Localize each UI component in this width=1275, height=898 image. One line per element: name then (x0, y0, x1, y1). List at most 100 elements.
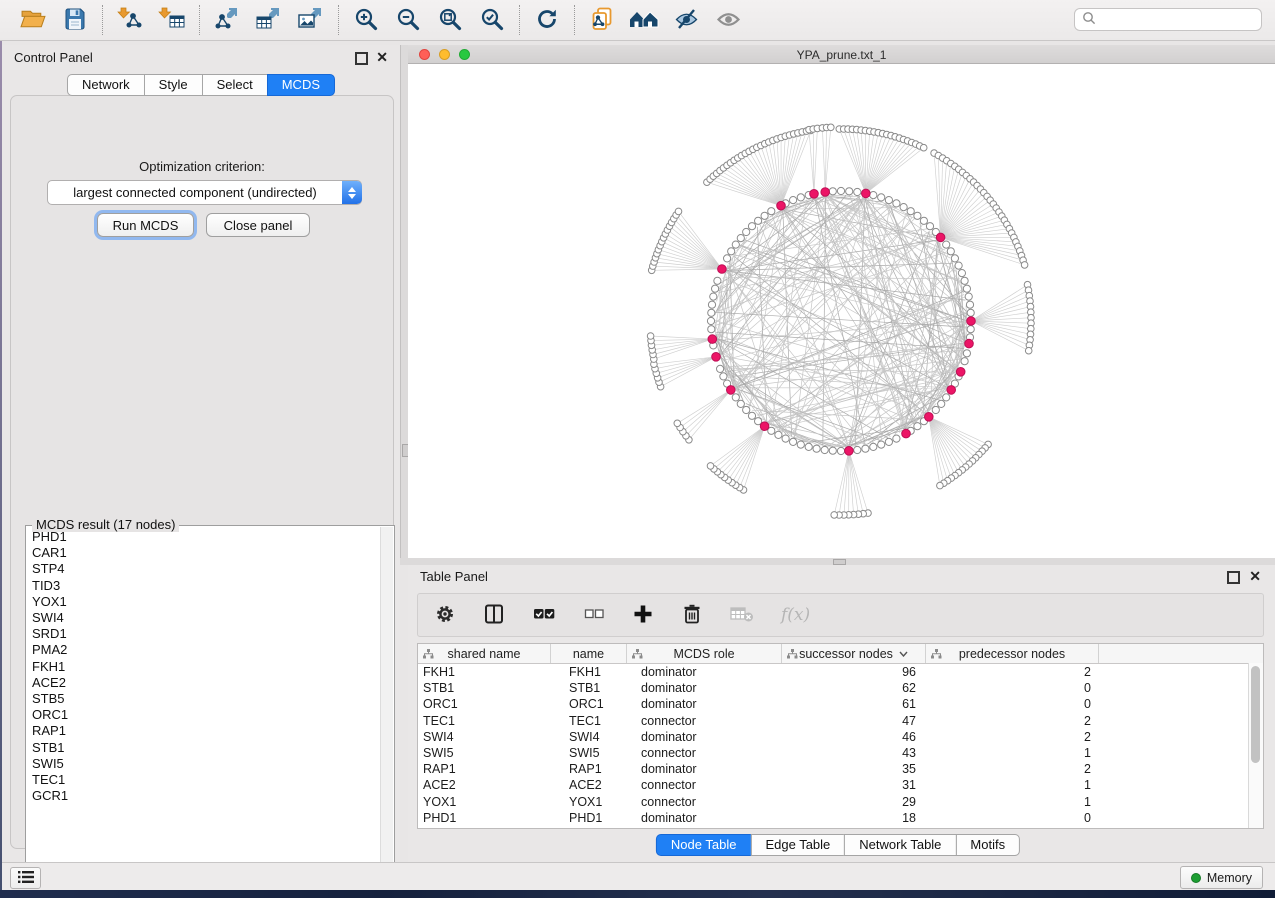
network-node[interactable] (829, 188, 836, 195)
mcds-node[interactable] (712, 353, 721, 362)
split-panel-button[interactable] (483, 603, 505, 628)
network-node[interactable] (943, 394, 950, 401)
mcds-result-item[interactable]: ACE2 (27, 675, 380, 691)
zoom-out-button[interactable] (394, 6, 422, 34)
table-row[interactable]: TEC1TEC1connector472 (418, 713, 1263, 729)
network-node[interactable] (717, 365, 724, 372)
network-node[interactable] (797, 441, 804, 448)
network-node[interactable] (755, 217, 762, 224)
mcds-result-item[interactable]: STP4 (27, 561, 380, 577)
network-node[interactable] (926, 223, 933, 230)
mcds-node[interactable] (925, 413, 934, 422)
network-node[interactable] (708, 309, 715, 316)
zoom-selected-button[interactable] (478, 6, 506, 34)
export-image-button[interactable] (297, 6, 325, 34)
network-node[interactable] (878, 441, 885, 448)
tab-mcds[interactable]: MCDS (267, 74, 335, 96)
network-node[interactable] (878, 194, 885, 201)
network-node[interactable] (963, 350, 970, 357)
mcds-result-item[interactable]: SRD1 (27, 626, 380, 642)
network-node[interactable] (743, 228, 750, 235)
network-node[interactable] (955, 262, 962, 269)
table-row[interactable]: FKH1FKH1dominator962 (418, 664, 1263, 680)
mcds-result-item[interactable]: SWI5 (27, 756, 380, 772)
search-box[interactable] (1074, 8, 1262, 31)
mcds-node[interactable] (718, 265, 727, 274)
leaf-node[interactable] (937, 482, 944, 489)
save-session-button[interactable] (61, 6, 89, 34)
network-node[interactable] (707, 317, 714, 324)
network-node[interactable] (714, 277, 721, 284)
table-settings-button[interactable] (434, 603, 456, 628)
mcds-node[interactable] (708, 335, 717, 344)
vertical-split-divider[interactable] (400, 45, 408, 558)
network-view-canvas[interactable] (408, 64, 1275, 558)
network-node[interactable] (710, 293, 717, 300)
network-node[interactable] (900, 204, 907, 211)
close-panel-button[interactable]: Close panel (206, 213, 310, 237)
network-node[interactable] (805, 443, 812, 450)
zoom-fit-button[interactable] (436, 6, 464, 34)
mcds-result-item[interactable]: YOX1 (27, 594, 380, 610)
tab-motifs[interactable]: Motifs (955, 834, 1020, 856)
network-node[interactable] (947, 248, 954, 255)
first-neighbors-button[interactable] (630, 6, 658, 34)
zoom-in-button[interactable] (352, 6, 380, 34)
export-network-button[interactable] (213, 6, 241, 34)
network-node[interactable] (920, 217, 927, 224)
mcds-result-item[interactable]: STB1 (27, 740, 380, 756)
network-node[interactable] (870, 443, 877, 450)
leaf-node[interactable] (707, 463, 714, 470)
hide-selected-button[interactable] (672, 6, 700, 34)
tab-select[interactable]: Select (202, 74, 268, 96)
table-row[interactable]: YOX1YOX1connector291 (418, 794, 1263, 810)
scrollbar-thumb[interactable] (1251, 666, 1260, 763)
mcds-node[interactable] (956, 368, 965, 377)
network-node[interactable] (748, 412, 755, 419)
show-all-button[interactable] (714, 6, 742, 34)
mcds-node[interactable] (727, 386, 736, 395)
network-node[interactable] (737, 400, 744, 407)
network-node[interactable] (737, 235, 744, 242)
network-node[interactable] (748, 223, 755, 230)
table-scrollbar[interactable] (1248, 663, 1263, 828)
mcds-result-item[interactable]: TEC1 (27, 772, 380, 788)
network-node[interactable] (943, 241, 950, 248)
tab-network-table[interactable]: Network Table (844, 834, 956, 856)
import-table-button[interactable] (158, 6, 186, 34)
close-panel-icon[interactable]: ✕ (1249, 572, 1261, 581)
add-column-button[interactable] (632, 603, 654, 628)
mcds-result-item[interactable]: ORC1 (27, 707, 380, 723)
tab-node-table[interactable]: Node Table (656, 834, 752, 856)
network-node[interactable] (708, 301, 715, 308)
table-row[interactable]: STB1STB1dominator620 (418, 680, 1263, 696)
table-row[interactable]: ACE2ACE2connector311 (418, 777, 1263, 793)
close-panel-icon[interactable]: ✕ (376, 53, 388, 62)
open-session-button[interactable] (19, 6, 47, 34)
table-row[interactable]: ORC1ORC1dominator610 (418, 696, 1263, 712)
network-node[interactable] (961, 358, 968, 365)
network-node[interactable] (938, 400, 945, 407)
leaf-node[interactable] (920, 144, 927, 151)
search-input[interactable] (1096, 12, 1254, 28)
table-row[interactable]: SWI5SWI5connector431 (418, 745, 1263, 761)
network-node[interactable] (728, 248, 735, 255)
network-node[interactable] (724, 255, 731, 262)
leaf-node[interactable] (828, 124, 835, 131)
network-node[interactable] (967, 309, 974, 316)
network-node[interactable] (743, 406, 750, 413)
mcds-node[interactable] (760, 422, 769, 431)
horizontal-split-divider[interactable] (400, 558, 1275, 565)
export-table-button[interactable] (255, 6, 283, 34)
mcds-result-item[interactable]: RAP1 (27, 723, 380, 739)
column-header-shared-name[interactable]: shared name (418, 644, 551, 663)
network-node[interactable] (914, 423, 921, 430)
network-graph[interactable] (408, 64, 1275, 558)
mcds-result-item[interactable]: PMA2 (27, 642, 380, 658)
network-node[interactable] (966, 301, 973, 308)
mcds-node[interactable] (902, 429, 911, 438)
table-row[interactable]: SWI4SWI4dominator462 (418, 729, 1263, 745)
table-row[interactable]: RAP1RAP1dominator352 (418, 761, 1263, 777)
network-node[interactable] (914, 212, 921, 219)
network-node[interactable] (732, 394, 739, 401)
